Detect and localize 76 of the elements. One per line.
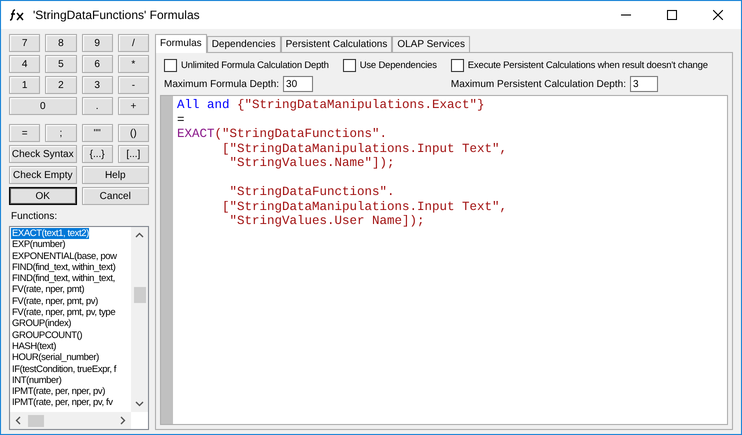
scroll-left-icon[interactable] bbox=[15, 416, 21, 425]
maximize-icon[interactable] bbox=[667, 10, 677, 20]
keypad-button[interactable]: * bbox=[118, 55, 149, 73]
scroll-up-icon[interactable] bbox=[135, 232, 144, 238]
keypad-button[interactable]: 0 bbox=[9, 97, 76, 115]
function-item[interactable]: IF(testCondition, trueExpr, f bbox=[11, 364, 116, 375]
tab[interactable]: OLAP Services bbox=[392, 36, 470, 53]
function-item[interactable]: FV(rate, nper, pmt, pv) bbox=[11, 296, 98, 308]
tab[interactable]: Formulas bbox=[155, 34, 207, 53]
tab[interactable]: Persistent Calculations bbox=[280, 36, 392, 53]
scroll-right-icon[interactable] bbox=[120, 416, 126, 425]
depth-field[interactable]: 3 bbox=[630, 76, 658, 92]
keypad-button[interactable]: 6 bbox=[82, 55, 113, 73]
field-label: Maximum Persistent Calculation Depth: bbox=[450, 78, 626, 90]
function-item[interactable]: INT(number) bbox=[11, 374, 62, 386]
scroll-thumb[interactable] bbox=[134, 286, 146, 302]
keypad-button[interactable]: - bbox=[118, 76, 149, 94]
code-line: All and {"StringDataManipulations.Exact"} bbox=[177, 98, 485, 112]
code-line: ["StringDataManipulations.Input Text", bbox=[221, 200, 508, 214]
field-label: Maximum Formula Depth: bbox=[164, 78, 280, 90]
code-line: = bbox=[177, 112, 185, 126]
function-item[interactable]: HOUR(serial_number) bbox=[11, 352, 99, 364]
depth-field[interactable]: 30 bbox=[283, 76, 314, 92]
option-label: Use Dependencies bbox=[360, 60, 437, 71]
code-line: "StringValues.User Name]); bbox=[228, 214, 425, 228]
function-item[interactable]: FIND(find_text, within_text) bbox=[11, 262, 116, 274]
keypad-button[interactable]: ; bbox=[45, 124, 76, 142]
keypad-button[interactable]: 7 bbox=[9, 34, 40, 52]
keypad-button[interactable]: 3 bbox=[82, 76, 113, 94]
keypad-button[interactable]: = bbox=[9, 124, 40, 142]
keypad-button[interactable]: Cancel bbox=[82, 187, 149, 205]
code-line: "StringDataFunctions". bbox=[228, 185, 395, 199]
scroll-down-icon[interactable] bbox=[135, 401, 144, 407]
functions-list[interactable] bbox=[9, 226, 149, 430]
keypad-button[interactable]: . bbox=[82, 97, 113, 115]
option-label: Execute Persistent Calculations when result doesn't change bbox=[468, 60, 708, 71]
keypad-button[interactable]: 4 bbox=[9, 55, 40, 73]
function-item[interactable]: GROUPCOUNT() bbox=[11, 330, 82, 341]
keypad-button[interactable]: / bbox=[118, 34, 149, 52]
function-item[interactable]: FV(rate, nper, pmt) bbox=[11, 284, 84, 296]
keypad-button[interactable]: OK bbox=[9, 187, 76, 205]
keypad-button[interactable]: Check Syntax bbox=[9, 145, 76, 163]
functions-label: Functions: bbox=[11, 211, 58, 222]
checkbox[interactable] bbox=[342, 59, 356, 72]
keypad-button[interactable]: Help bbox=[82, 166, 149, 184]
function-item[interactable]: IPMT(rate, per, nper, pv) bbox=[11, 386, 105, 398]
function-item[interactable]: FV(rate, nper, pmt, pv, type bbox=[11, 307, 116, 318]
keypad-button[interactable]: 1 bbox=[9, 76, 40, 94]
window-title: 'StringDataFunctions' Formulas bbox=[33, 8, 201, 22]
function-item[interactable]: EXPONENTIAL(base, pow bbox=[11, 250, 117, 262]
keypad-button[interactable]: 2 bbox=[45, 76, 76, 94]
function-item[interactable]: GROUP(index) bbox=[11, 318, 72, 330]
keypad-button[interactable]: 5 bbox=[45, 55, 76, 73]
checkbox[interactable] bbox=[164, 59, 177, 72]
tab[interactable]: Dependencies bbox=[206, 36, 281, 53]
code-line: "StringValues.Name"]); bbox=[228, 156, 395, 170]
function-item[interactable]: HASH(text) bbox=[11, 340, 56, 352]
keypad-button[interactable]: {...} bbox=[82, 145, 113, 163]
function-item[interactable]: FIND(find_text, within_text, bbox=[11, 273, 115, 284]
option-label: Unlimited Formula Calculation Depth bbox=[181, 60, 329, 71]
function-item[interactable]: EXP(number) bbox=[11, 239, 66, 251]
checkbox[interactable] bbox=[450, 59, 464, 72]
keypad-button[interactable]: [...] bbox=[118, 145, 149, 163]
keypad-button[interactable]: Check Empty bbox=[9, 166, 76, 184]
code-line: EXACT("StringDataFunctions". bbox=[177, 127, 388, 141]
close-icon[interactable] bbox=[713, 10, 723, 20]
keypad-button[interactable]: "" bbox=[82, 124, 113, 142]
keypad-button[interactable]: 8 bbox=[45, 34, 76, 52]
keypad-button[interactable]: 9 bbox=[82, 34, 113, 52]
function-item[interactable]: EXACT(text1, text2) bbox=[11, 228, 89, 240]
function-item[interactable]: IPMT(rate, per, nper, pv, fv bbox=[11, 397, 113, 409]
scroll-thumb[interactable] bbox=[28, 414, 44, 426]
keypad-button[interactable]: () bbox=[118, 124, 149, 142]
keypad-button[interactable]: + bbox=[118, 97, 149, 115]
formula-icon bbox=[9, 9, 25, 21]
code-line: ["StringDataManipulations.Input Text", bbox=[221, 142, 508, 156]
